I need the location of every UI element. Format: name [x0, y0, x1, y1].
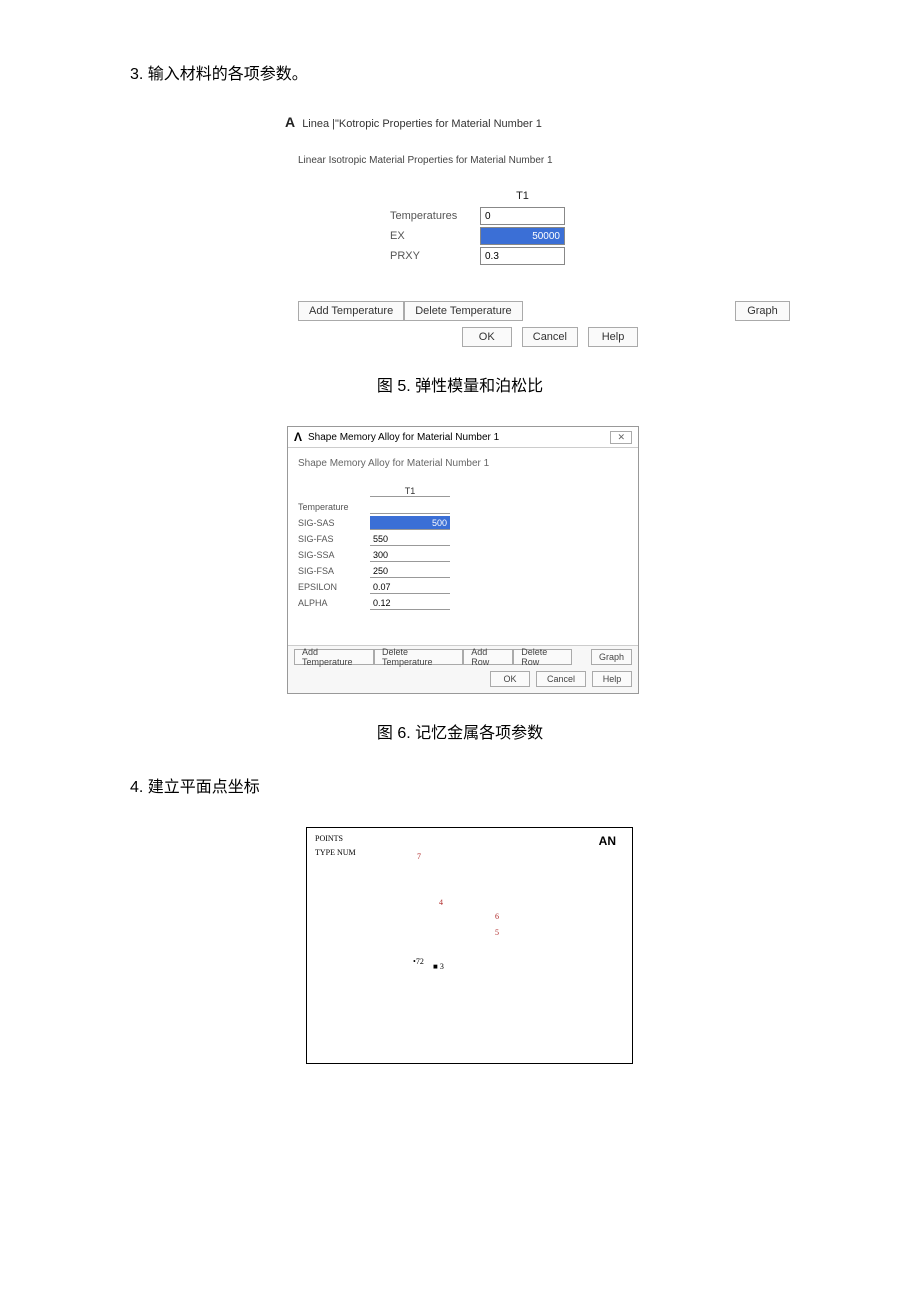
- d2-label-3: SIG-SSA: [298, 550, 370, 560]
- plot-point-7: 7: [417, 852, 421, 861]
- dialog1-row-temperatures-label: Temperatures: [390, 210, 480, 222]
- dialog1-title-text: Linea |"Kotropic Properties for Material…: [302, 118, 542, 130]
- graph-button-2[interactable]: Graph: [591, 649, 632, 665]
- add-temperature-button-2[interactable]: Add Temperature: [294, 649, 374, 665]
- d2-cell-1[interactable]: 500: [370, 516, 450, 530]
- dialog1-row-temperatures-value[interactable]: 0: [480, 207, 565, 225]
- graph-button[interactable]: Graph: [735, 301, 790, 321]
- d2-cell-3[interactable]: 300: [370, 548, 450, 562]
- close-icon[interactable]: ✕: [610, 431, 632, 444]
- app-icon: Λ: [294, 430, 302, 444]
- dialog1-row-ex-value[interactable]: 50000: [480, 227, 565, 245]
- plot-point-4: 4: [439, 898, 443, 907]
- dialog1-col-header: T1: [480, 190, 565, 202]
- delete-temperature-button-2[interactable]: Delete Temperature: [374, 649, 463, 665]
- ok-button-2[interactable]: OK: [490, 671, 530, 687]
- d2-label-5: EPSILON: [298, 582, 370, 592]
- plot-label-points: POINTS: [315, 834, 343, 843]
- dialog2-col-header: T1: [370, 486, 450, 497]
- plot-point-6: 6: [495, 912, 499, 921]
- dialog1-row-prxy-value[interactable]: 0.3: [480, 247, 565, 265]
- dialog2-titlebar: Λ Shape Memory Alloy for Material Number…: [288, 427, 638, 448]
- delete-row-button[interactable]: Delete Row: [513, 649, 572, 665]
- d2-cell-5[interactable]: 0.07: [370, 580, 450, 594]
- figure-5-caption: 图 5. 弹性模量和泊松比: [130, 372, 790, 396]
- plot-label-typenum: TYPE NUM: [315, 848, 356, 857]
- help-button[interactable]: Help: [588, 327, 638, 347]
- dialog1-subtitle: Linear Isotropic Material Properties for…: [298, 155, 790, 166]
- dialog2-button-row2: OK Cancel Help: [288, 668, 638, 693]
- d2-cell-6[interactable]: 0.12: [370, 596, 450, 610]
- d2-label-6: ALPHA: [298, 598, 370, 608]
- dialog1-row-ex-label: EX: [390, 230, 480, 242]
- dialog1-table: T1 Temperatures 0 EX 50000 PRXY 0.3: [390, 186, 790, 266]
- plot-brand: AN: [599, 834, 616, 848]
- dialog2-subtitle: Shape Memory Alloy for Material Number 1: [298, 458, 628, 469]
- dialog2-button-row1: Add Temperature Delete Temperature Add R…: [288, 645, 638, 668]
- help-button-2[interactable]: Help: [592, 671, 632, 687]
- plot-point-72: •72: [413, 957, 424, 966]
- dialog2-title-text: Shape Memory Alloy for Material Number 1: [308, 432, 499, 443]
- cancel-button-2[interactable]: Cancel: [536, 671, 586, 687]
- d2-label-1: SIG-SAS: [298, 518, 370, 528]
- dialog1-button-row2: OK Cancel Help: [298, 327, 638, 347]
- dialog2: Λ Shape Memory Alloy for Material Number…: [287, 426, 639, 694]
- add-row-button[interactable]: Add Row: [463, 649, 513, 665]
- d2-cell-2[interactable]: 550: [370, 532, 450, 546]
- dialog2-table: T1 Temperature SIG-SAS500 SIG-FAS550 SIG…: [298, 483, 628, 611]
- d2-label-2: SIG-FAS: [298, 534, 370, 544]
- d2-cell-0[interactable]: [370, 500, 450, 514]
- section-3-heading: 3. 输入材料的各项参数。: [130, 60, 790, 84]
- points-plot: POINTS TYPE NUM AN 7 4 6 5 •72 ■ 3: [306, 827, 633, 1064]
- plot-point-3: ■ 3: [433, 962, 444, 971]
- dialog1-row-prxy-label: PRXY: [390, 250, 480, 262]
- section-4-heading: 4. 建立平面点坐标: [130, 773, 790, 797]
- d2-label-4: SIG-FSA: [298, 566, 370, 576]
- plot-point-5: 5: [495, 928, 499, 937]
- cancel-button[interactable]: Cancel: [522, 327, 578, 347]
- ok-button[interactable]: OK: [462, 327, 512, 347]
- delete-temperature-button[interactable]: Delete Temperature: [404, 301, 522, 321]
- dialog1-title: A Linea |"Kotropic Properties for Materi…: [285, 114, 790, 130]
- figure-6-caption: 图 6. 记忆金属各项参数: [130, 719, 790, 743]
- dialog1-button-row1: Add Temperature Delete Temperature Graph: [298, 301, 790, 321]
- d2-label-0: Temperature: [298, 502, 370, 512]
- d2-cell-4[interactable]: 250: [370, 564, 450, 578]
- add-temperature-button[interactable]: Add Temperature: [298, 301, 404, 321]
- dialog1-title-prefix: A: [285, 114, 295, 130]
